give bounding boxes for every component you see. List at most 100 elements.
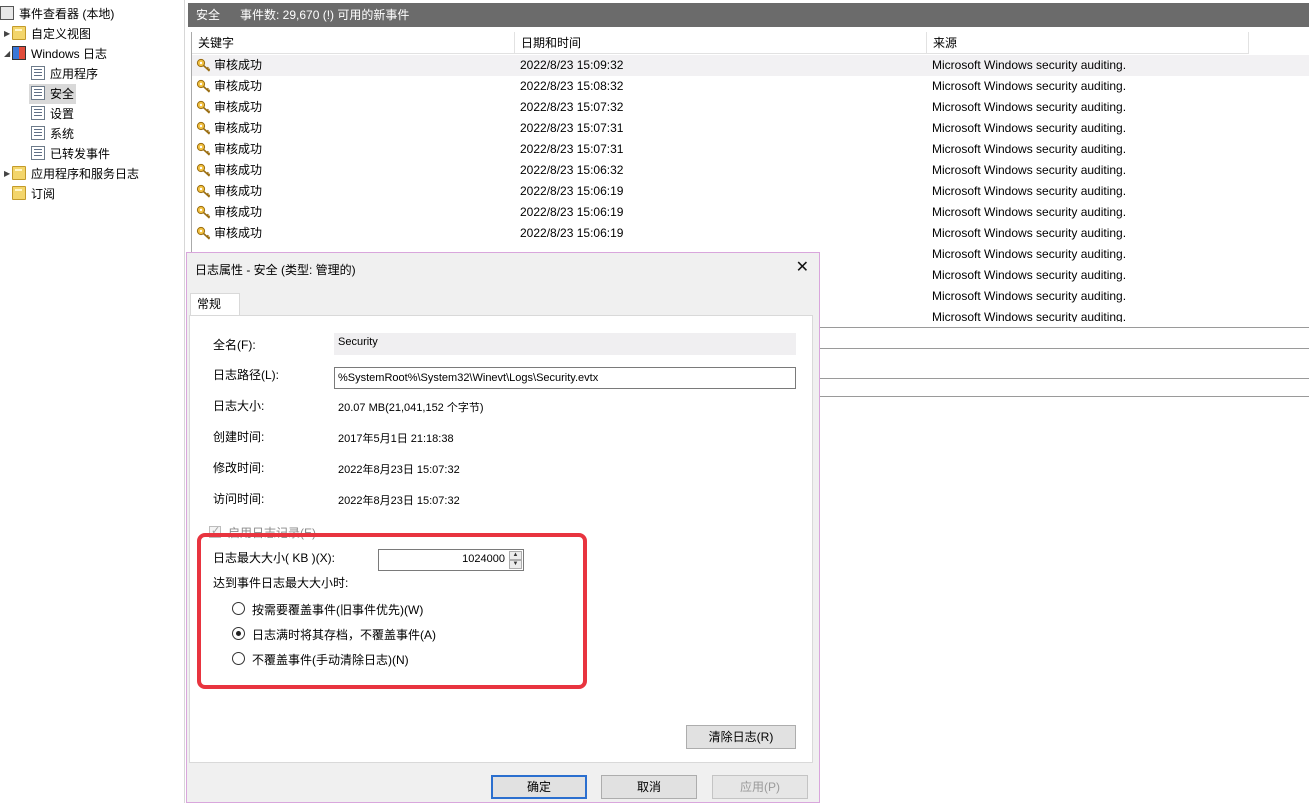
tree-item-security[interactable]: 安全 bbox=[29, 84, 77, 104]
modified-label: 修改时间: bbox=[213, 461, 265, 475]
panel-header: 安全 事件数: 29,670 (!) 可用的新事件 bbox=[188, 3, 1309, 27]
clear-log-button[interactable]: 清除日志(R) bbox=[686, 725, 796, 749]
divider bbox=[820, 327, 1309, 328]
tree-item-label: 系统 bbox=[50, 127, 75, 141]
tree-item-label: 安全 bbox=[50, 87, 75, 101]
event-count-text: 事件数: 29,670 (!) 可用的新事件 bbox=[240, 8, 410, 22]
datetime-cell: 2022/8/23 15:06:19 bbox=[520, 184, 624, 198]
datetime-cell: 2022/8/23 15:07:31 bbox=[520, 142, 624, 156]
created-label: 创建时间: bbox=[213, 430, 265, 444]
tree-item-label: 已转发事件 bbox=[50, 147, 111, 161]
log-icon bbox=[31, 86, 45, 100]
source-cell: Microsoft Windows security auditing. bbox=[932, 310, 1127, 322]
log-properties-dialog: 日志属性 - 安全 (类型: 管理的) ✕ 常规 全名(F): Security… bbox=[186, 252, 820, 803]
accessed-label: 访问时间: bbox=[213, 492, 265, 506]
highlight-annotation bbox=[197, 533, 587, 689]
windows-log-icon bbox=[12, 46, 26, 60]
tree-item-system[interactable]: 系统 bbox=[31, 124, 74, 144]
source-cell: Microsoft Windows security auditing. bbox=[932, 100, 1127, 114]
log-size-label: 日志大小: bbox=[213, 399, 265, 413]
divider bbox=[820, 396, 1309, 397]
tree-item-label: 订阅 bbox=[31, 187, 56, 201]
tab-general[interactable]: 常规 bbox=[190, 293, 240, 316]
log-icon bbox=[31, 66, 45, 80]
keyword-cell: 审核成功 bbox=[214, 121, 263, 135]
keyword-cell: 审核成功 bbox=[214, 163, 263, 177]
tree-item-event-viewer[interactable]: 事件查看器 (本地) bbox=[0, 4, 114, 24]
table-row[interactable]: 审核成功 2022/8/23 15:08:32 Microsoft Windows … bbox=[192, 76, 1309, 97]
cancel-button[interactable]: 取消 bbox=[601, 775, 697, 799]
datetime-cell: 2022/8/23 15:06:19 bbox=[520, 205, 624, 219]
log-icon bbox=[31, 126, 45, 140]
tree-item-application[interactable]: 应用程序 bbox=[31, 64, 98, 84]
datetime-cell: 2022/8/23 15:09:32 bbox=[520, 58, 624, 72]
datetime-cell: 2022/8/23 15:07:32 bbox=[520, 100, 624, 114]
divider bbox=[820, 348, 1309, 349]
panel-title: 安全 bbox=[196, 8, 221, 22]
key-icon bbox=[196, 142, 212, 156]
log-path-label: 日志路径(L): bbox=[213, 368, 280, 382]
tree-item-custom-views[interactable]: ▶ 自定义视图 bbox=[4, 24, 92, 44]
dialog-title: 日志属性 - 安全 (类型: 管理的) bbox=[195, 263, 356, 277]
tree-item-label: 应用程序和服务日志 bbox=[31, 167, 140, 181]
key-icon bbox=[196, 205, 212, 219]
tree-item-label: 应用程序 bbox=[50, 67, 99, 81]
table-row[interactable]: 审核成功 2022/8/23 15:06:19 Microsoft Windows … bbox=[192, 181, 1309, 202]
navigation-tree: 事件查看器 (本地) ▶ 自定义视图 ◢ Windows 日志 应用程序 安全 … bbox=[0, 0, 185, 803]
tree-item-windows-logs[interactable]: ◢ Windows 日志 bbox=[4, 44, 108, 64]
key-icon bbox=[196, 163, 212, 177]
source-cell: Microsoft Windows security auditing. bbox=[932, 121, 1127, 135]
folder-icon bbox=[12, 166, 26, 180]
fullname-label: 全名(F): bbox=[213, 338, 256, 352]
column-header-datetime[interactable]: 日期和时间 bbox=[515, 32, 927, 54]
keyword-cell: 审核成功 bbox=[214, 226, 263, 240]
tree-item-label: 自定义视图 bbox=[31, 27, 92, 41]
key-icon bbox=[196, 121, 212, 135]
folder-icon bbox=[12, 186, 26, 200]
tree-item-label: Windows 日志 bbox=[31, 47, 108, 61]
table-row[interactable]: 审核成功 2022/8/23 15:07:31 Microsoft Windows … bbox=[192, 139, 1309, 160]
log-icon bbox=[31, 106, 45, 120]
divider bbox=[820, 378, 1309, 379]
keyword-cell: 审核成功 bbox=[214, 79, 263, 93]
fullname-field[interactable]: Security bbox=[334, 333, 796, 355]
table-row[interactable]: 审核成功 2022/8/23 15:07:31 Microsoft Windows … bbox=[192, 118, 1309, 139]
tree-item-setup[interactable]: 设置 bbox=[31, 104, 74, 124]
column-header-source[interactable]: 来源 bbox=[927, 32, 1249, 54]
keyword-cell: 审核成功 bbox=[214, 205, 263, 219]
ok-button[interactable]: 确定 bbox=[491, 775, 587, 799]
source-cell: Microsoft Windows security auditing. bbox=[932, 268, 1127, 282]
keyword-cell: 审核成功 bbox=[214, 142, 263, 156]
tree-item-app-service-logs[interactable]: ▶ 应用程序和服务日志 bbox=[4, 164, 140, 184]
datetime-cell: 2022/8/23 15:06:32 bbox=[520, 163, 624, 177]
table-row[interactable]: 审核成功 2022/8/23 15:09:32 Microsoft Windows … bbox=[192, 55, 1309, 76]
keyword-cell: 审核成功 bbox=[214, 100, 263, 114]
keyword-cell: 审核成功 bbox=[214, 184, 263, 198]
key-icon bbox=[196, 79, 212, 93]
column-header-keyword[interactable]: 关键字 bbox=[192, 32, 515, 54]
modified-value: 2022年8月23日 15:07:32 bbox=[338, 464, 460, 476]
source-cell: Microsoft Windows security auditing. bbox=[932, 142, 1127, 156]
tree-item-label: 设置 bbox=[50, 107, 75, 121]
tree-item-label: 事件查看器 (本地) bbox=[19, 7, 115, 21]
source-cell: Microsoft Windows security auditing. bbox=[932, 184, 1127, 198]
close-icon[interactable]: ✕ bbox=[796, 257, 809, 277]
table-row[interactable]: 审核成功 2022/8/23 15:06:19 Microsoft Windows … bbox=[192, 223, 1309, 244]
created-value: 2017年5月1日 21:18:38 bbox=[338, 433, 454, 445]
source-cell: Microsoft Windows security auditing. bbox=[932, 163, 1127, 177]
table-row[interactable]: 审核成功 2022/8/23 15:06:19 Microsoft Windows … bbox=[192, 202, 1309, 223]
keyword-cell: 审核成功 bbox=[214, 58, 263, 72]
accessed-value: 2022年8月23日 15:07:32 bbox=[338, 495, 460, 507]
datetime-cell: 2022/8/23 15:06:19 bbox=[520, 226, 624, 240]
datetime-cell: 2022/8/23 15:07:31 bbox=[520, 121, 624, 135]
log-size-value: 20.07 MB(21,041,152 个字节) bbox=[338, 402, 484, 414]
apply-button[interactable]: 应用(P) bbox=[712, 775, 808, 799]
tree-item-subscriptions[interactable]: 订阅 bbox=[12, 184, 55, 204]
log-path-field[interactable]: %SystemRoot%\System32\Winevt\Logs\Securi… bbox=[334, 367, 796, 389]
source-cell: Microsoft Windows security auditing. bbox=[932, 205, 1127, 219]
table-row[interactable]: 审核成功 2022/8/23 15:07:32 Microsoft Windows … bbox=[192, 97, 1309, 118]
tree-item-forwarded-events[interactable]: 已转发事件 bbox=[31, 144, 110, 164]
log-icon bbox=[31, 146, 45, 160]
folder-icon bbox=[12, 26, 26, 40]
table-row[interactable]: 审核成功 2022/8/23 15:06:32 Microsoft Windows … bbox=[192, 160, 1309, 181]
